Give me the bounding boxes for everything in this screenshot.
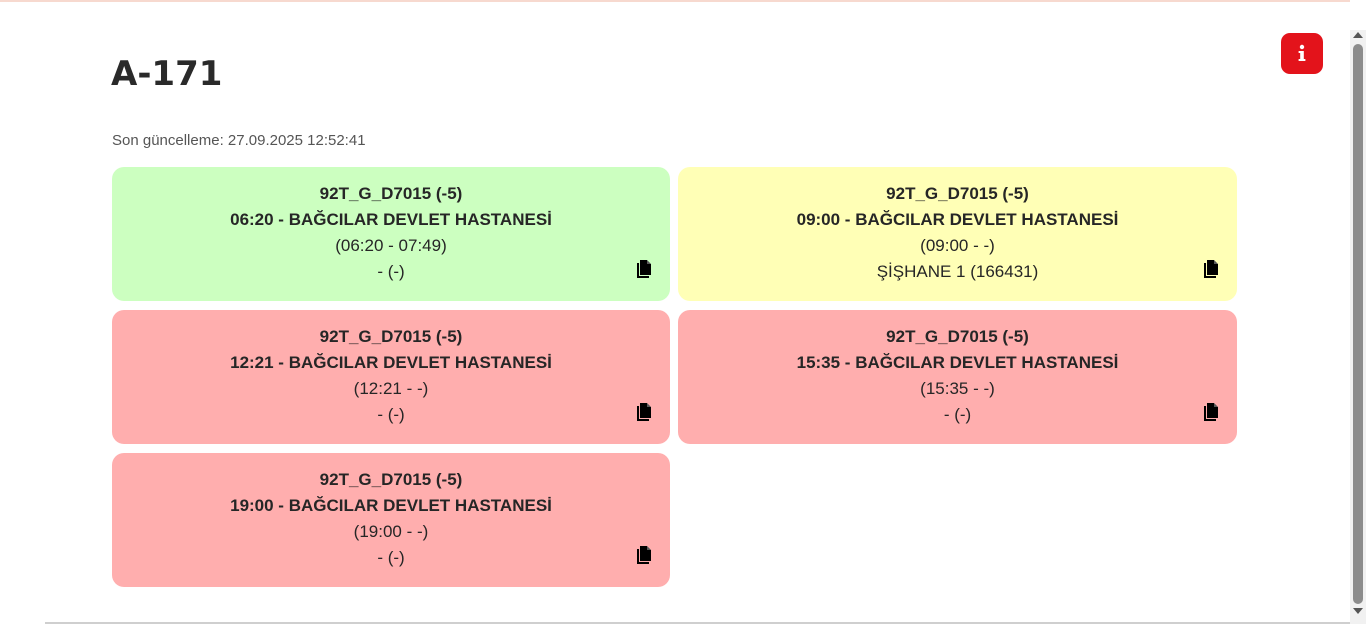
- copy-button[interactable]: [1203, 259, 1221, 279]
- page-title: A-171: [111, 54, 223, 94]
- trip-card: 92T_G_D7015 (-5) 09:00 - BAĞCILAR DEVLET…: [678, 167, 1237, 301]
- trip-route: 09:00 - BAĞCILAR DEVLET HASTANESİ: [796, 210, 1119, 229]
- copy-icon: [637, 546, 651, 564]
- trip-card: 92T_G_D7015 (-5) 15:35 - BAĞCILAR DEVLET…: [678, 310, 1237, 444]
- trip-code: 92T_G_D7015 (-5): [319, 470, 463, 489]
- trip-code: 92T_G_D7015 (-5): [319, 184, 463, 203]
- trip-times: (19:00 - -): [353, 522, 429, 541]
- trip-times: (12:21 - -): [353, 379, 429, 398]
- copy-button[interactable]: [636, 402, 654, 422]
- trip-route: 06:20 - BAĞCILAR DEVLET HASTANESİ: [230, 210, 552, 229]
- scrollbar-thumb[interactable]: [1353, 44, 1363, 604]
- trip-card: 92T_G_D7015 (-5) 12:21 - BAĞCILAR DEVLET…: [112, 310, 670, 444]
- trip-extra: - (-): [943, 405, 972, 424]
- copy-icon: [637, 260, 651, 278]
- trip-extra: - (-): [377, 262, 405, 281]
- trip-cards-grid: 92T_G_D7015 (-5) 06:20 - BAĞCILAR DEVLET…: [112, 167, 1237, 587]
- info-button[interactable]: [1281, 33, 1323, 74]
- trip-code: 92T_G_D7015 (-5): [319, 327, 463, 346]
- trip-card: 92T_G_D7015 (-5) 06:20 - BAĞCILAR DEVLET…: [112, 167, 670, 301]
- page: A-171 Son güncelleme: 27.09.2025 12:52:4…: [0, 0, 1350, 624]
- scroll-up-arrow-icon[interactable]: [1353, 32, 1363, 38]
- copy-button[interactable]: [636, 259, 654, 279]
- trip-extra: - (-): [377, 548, 405, 567]
- copy-icon: [637, 403, 651, 421]
- vertical-scrollbar[interactable]: [1350, 30, 1366, 624]
- trip-times: (09:00 - -): [920, 236, 995, 255]
- trip-code: 92T_G_D7015 (-5): [886, 184, 1029, 203]
- copy-icon: [1204, 403, 1218, 421]
- trip-code: 92T_G_D7015 (-5): [886, 327, 1029, 346]
- copy-icon: [1204, 260, 1218, 278]
- trip-card: 92T_G_D7015 (-5) 19:00 - BAĞCILAR DEVLET…: [112, 453, 670, 587]
- last-updated-text: Son güncelleme: 27.09.2025 12:52:41: [112, 132, 366, 149]
- trip-times: (06:20 - 07:49): [335, 236, 447, 255]
- trip-times: (15:35 - -): [920, 379, 995, 398]
- trip-extra: ŞİŞHANE 1 (166431): [876, 262, 1039, 281]
- trip-route: 19:00 - BAĞCILAR DEVLET HASTANESİ: [230, 496, 552, 515]
- info-icon: [1298, 44, 1306, 61]
- trip-extra: - (-): [377, 405, 405, 424]
- scrollbar-top-gap: [1350, 0, 1366, 30]
- trip-route: 15:35 - BAĞCILAR DEVLET HASTANESİ: [796, 353, 1119, 372]
- trip-route: 12:21 - BAĞCILAR DEVLET HASTANESİ: [230, 353, 552, 372]
- scroll-down-arrow-icon[interactable]: [1353, 608, 1363, 614]
- copy-button[interactable]: [636, 545, 654, 565]
- copy-button[interactable]: [1203, 402, 1221, 422]
